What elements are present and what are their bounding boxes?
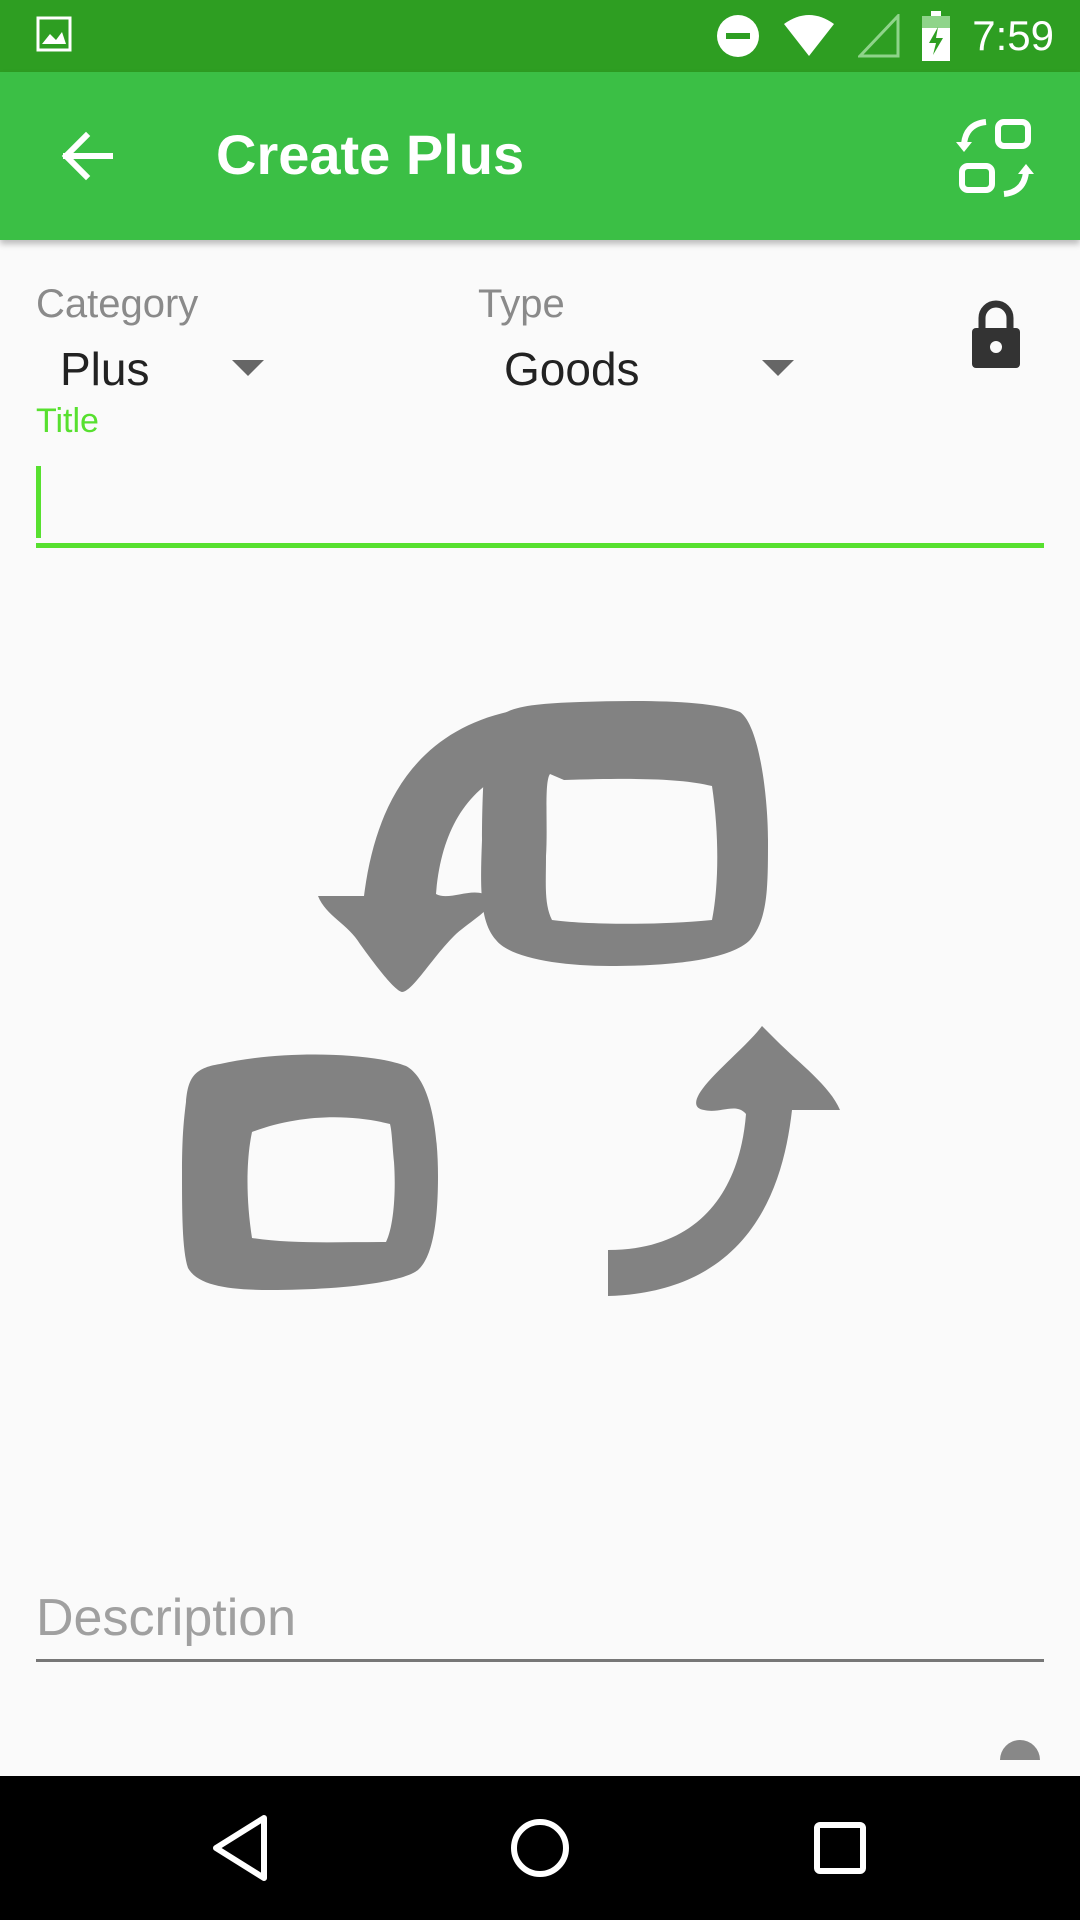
status-icons: 7:59 bbox=[716, 0, 1054, 72]
title-input[interactable] bbox=[36, 460, 1044, 548]
screen-rotation-icon[interactable] bbox=[954, 116, 1038, 200]
page-title: Create Plus bbox=[216, 123, 525, 186]
app-bar: Create Plus bbox=[0, 72, 1080, 240]
wifi-icon bbox=[784, 15, 835, 56]
navigation-bar bbox=[0, 1776, 1080, 1920]
nav-home-icon[interactable] bbox=[500, 1808, 580, 1888]
scroll-indicator bbox=[1000, 1740, 1040, 1760]
nav-recents-icon[interactable] bbox=[800, 1808, 880, 1888]
description-input[interactable]: Description bbox=[36, 1570, 1044, 1662]
gallery-icon bbox=[36, 16, 72, 52]
category-dropdown-icon bbox=[232, 360, 264, 376]
category-label: Category bbox=[36, 282, 199, 326]
status-time: 7:59 bbox=[972, 12, 1054, 59]
description-placeholder: Description bbox=[36, 1589, 297, 1647]
text-cursor bbox=[36, 466, 41, 538]
type-dropdown-icon bbox=[762, 360, 794, 376]
category-value: Plus bbox=[60, 343, 150, 395]
dnd-icon bbox=[717, 15, 760, 57]
status-bar: 7:59 bbox=[0, 0, 1080, 72]
type-value: Goods bbox=[504, 343, 640, 395]
screen-rotation-placeholder-image bbox=[182, 701, 840, 1296]
battery-charging-icon bbox=[922, 11, 951, 61]
signal-icon bbox=[858, 14, 900, 58]
title-label: Title bbox=[36, 402, 99, 440]
nav-back-icon[interactable] bbox=[202, 1808, 282, 1888]
back-arrow-icon[interactable] bbox=[54, 124, 118, 188]
lock-icon[interactable] bbox=[970, 300, 1022, 370]
type-label: Type bbox=[478, 282, 565, 326]
